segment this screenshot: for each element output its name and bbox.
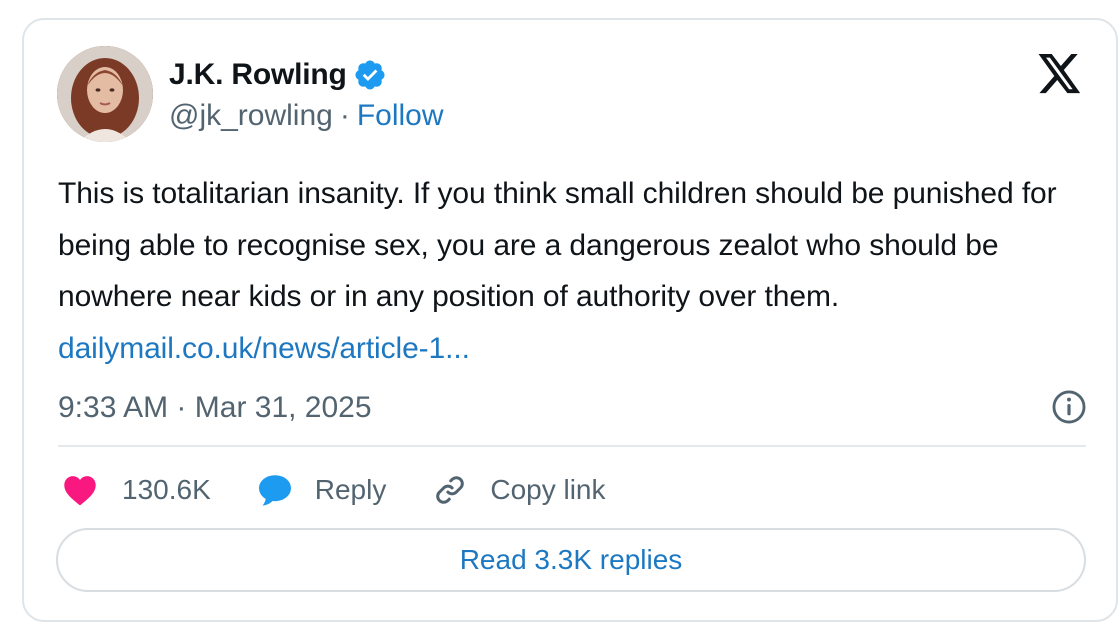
- copy-link-button[interactable]: Copy link: [432, 472, 606, 508]
- follow-link[interactable]: Follow: [357, 99, 444, 133]
- handle-row: @jk_rowling · Follow: [169, 96, 444, 136]
- timestamp-separator: ·: [176, 391, 187, 424]
- timestamp[interactable]: 9:33 AM · Mar 31, 2025: [58, 386, 372, 430]
- heart-icon: [64, 476, 96, 506]
- copy-link-label: Copy link: [490, 474, 606, 505]
- tweet-link[interactable]: dailymail.co.uk/news/article-1...: [58, 332, 470, 365]
- avatar-image: [57, 46, 153, 142]
- read-replies-label: Read 3.3K replies: [459, 544, 683, 575]
- handle[interactable]: @jk_rowling: [169, 99, 333, 133]
- avatar[interactable]: [57, 46, 153, 142]
- tweet-time: 9:33 AM: [58, 391, 169, 424]
- action-bar: 130.6K Reply Copy link: [62, 466, 652, 514]
- separator-dot: ·: [339, 99, 350, 132]
- info-icon[interactable]: [1050, 388, 1088, 426]
- read-replies-button[interactable]: Read 3.3K replies: [56, 528, 1086, 592]
- reply-button[interactable]: Reply: [257, 473, 387, 507]
- reply-label: Reply: [314, 474, 387, 505]
- name-row: J.K. Rowling: [169, 56, 444, 94]
- tweet-date: Mar 31, 2025: [194, 391, 372, 424]
- like-count: 130.6K: [122, 474, 211, 505]
- like-button[interactable]: 130.6K: [62, 474, 211, 506]
- tweet-body: This is totalitarian insanity. If you th…: [58, 177, 1057, 313]
- divider: [58, 445, 1086, 447]
- tweet-text: This is totalitarian insanity. If you th…: [58, 168, 1068, 374]
- tweet-card: J.K. Rowling @jk_rowling · Follow This i…: [22, 18, 1118, 622]
- link-icon: [436, 476, 465, 504]
- display-name[interactable]: J.K. Rowling: [169, 58, 347, 92]
- speech-bubble-icon: [258, 475, 291, 506]
- x-logo-icon[interactable]: [1038, 54, 1082, 94]
- author-info: J.K. Rowling @jk_rowling · Follow: [169, 56, 444, 136]
- verified-badge-icon: [353, 58, 387, 92]
